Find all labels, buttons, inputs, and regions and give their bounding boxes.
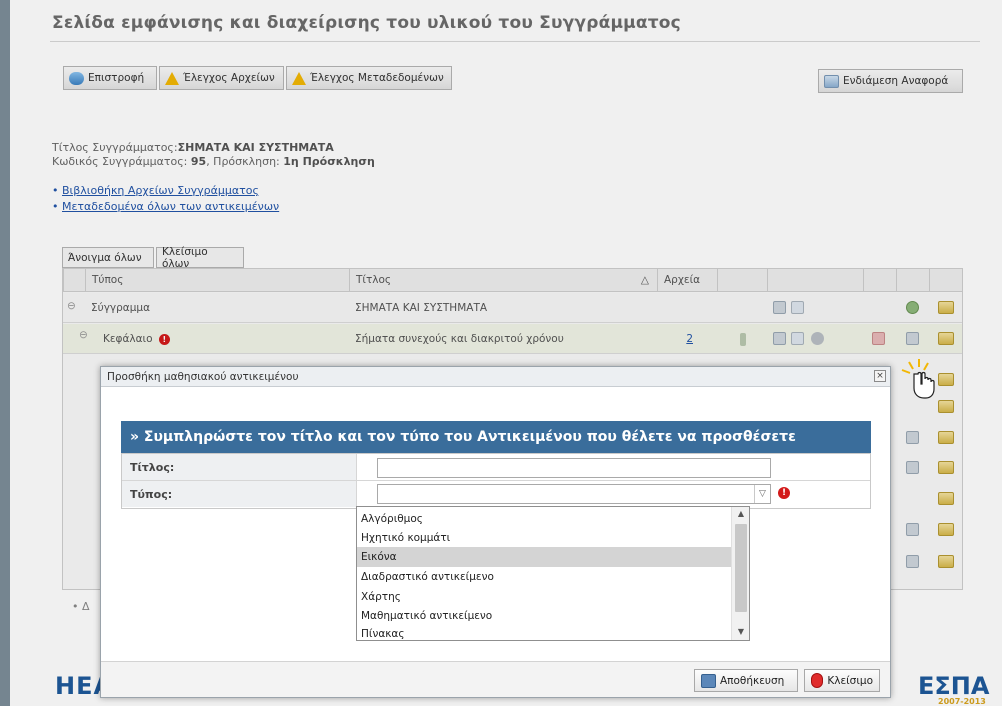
chevron-down-icon[interactable]: ▽ xyxy=(754,485,770,503)
scrollbar-thumb[interactable] xyxy=(735,524,747,612)
title-label: Τίτλος: xyxy=(122,454,357,480)
type-label: Τύπος: xyxy=(122,481,357,507)
dropdown-option[interactable]: Πίνακας xyxy=(357,624,731,644)
type-select[interactable]: ▽ xyxy=(377,484,771,504)
close-button-label: Κλείσιμο xyxy=(827,674,873,687)
dialog-header: Προσθήκη μαθησιακού αντικειμένου × xyxy=(101,367,890,387)
form-table: Τίτλος: Τύπος: ▽ ! xyxy=(121,453,871,509)
required-icon: ! xyxy=(778,487,790,499)
close-button[interactable]: Κλείσιμο xyxy=(804,669,880,692)
dropdown-option[interactable]: Μαθηματικό αντικείμενο xyxy=(357,606,731,626)
dropdown-option[interactable]: Αλγόριθμος xyxy=(357,509,731,529)
save-icon xyxy=(701,673,716,688)
type-row: Τύπος: ▽ ! xyxy=(122,481,870,508)
scroll-down-icon[interactable]: ▼ xyxy=(732,627,750,636)
dialog-title: Προσθήκη μαθησιακού αντικειμένου xyxy=(107,371,299,383)
hand-cursor-icon xyxy=(901,359,935,399)
title-row: Τίτλος: xyxy=(122,454,870,481)
form-heading: » Συμπληρώστε τον τίτλο και τον τύπο του… xyxy=(121,421,871,453)
dropdown-option[interactable]: Χάρτης xyxy=(357,587,731,607)
dialog-footer: Αποθήκευση Κλείσιμο xyxy=(101,661,890,697)
dropdown-option[interactable]: Διαδραστικό αντικείμενο xyxy=(357,567,731,587)
add-object-dialog: Προσθήκη μαθησιακού αντικειμένου × » Συμ… xyxy=(100,366,891,698)
save-button-label: Αποθήκευση xyxy=(720,674,785,687)
title-input[interactable] xyxy=(377,458,771,478)
dialog-close-icon[interactable]: × xyxy=(874,370,886,382)
dropdown-option-highlighted[interactable]: Εικόνα xyxy=(357,547,731,567)
page: Σελίδα εμφάνισης και διαχείρισης του υλι… xyxy=(0,0,1002,706)
dropdown-option[interactable]: Ηχητικό κομμάτι xyxy=(357,528,731,548)
type-dropdown-list[interactable]: Αλγόριθμος Ηχητικό κομμάτι Εικόνα Διαδρα… xyxy=(356,506,750,641)
save-button[interactable]: Αποθήκευση xyxy=(694,669,798,692)
dropdown-scrollbar[interactable]: ▲ ▼ xyxy=(731,507,749,640)
scroll-up-icon[interactable]: ▲ xyxy=(732,509,750,518)
close-icon xyxy=(811,673,824,688)
